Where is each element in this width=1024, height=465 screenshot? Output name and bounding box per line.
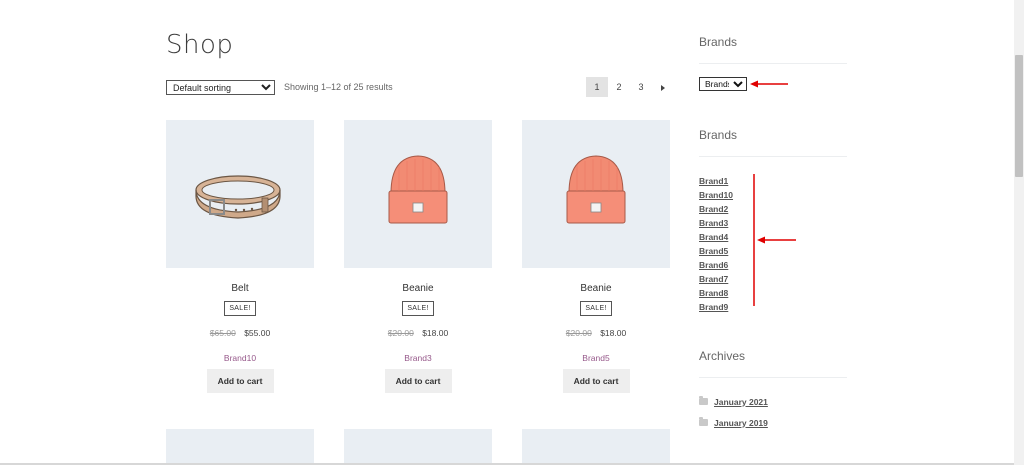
brand-list-link[interactable]: Brand3 [699,218,728,228]
widget-divider [699,156,847,157]
archives-widget-title: Archives [699,349,746,363]
widget-divider [699,377,847,378]
brand-list: Brand1 Brand10 Brand2 Brand3 Brand4 Bran… [699,173,733,313]
product-card: Belt SALE! $65.00 $55.00 Brand10 Add to … [166,120,314,393]
folder-icon [699,396,708,405]
list-item: January 2019 [699,412,768,433]
list-item: Brand9 [699,299,733,313]
product-thumbnail-partial[interactable] [344,429,492,465]
brand-list-link[interactable]: Brand5 [699,246,728,256]
list-item: Brand7 [699,271,733,285]
product-name[interactable]: Beanie [522,283,670,294]
result-count: Showing 1–12 of 25 results [284,82,393,92]
sort-select[interactable]: Default sorting [166,80,275,95]
list-item: Brand1 [699,173,733,187]
product-card: Beanie SALE! $20.00 $18.00 Brand5 Add to… [522,120,670,393]
brand-link[interactable]: Brand10 [166,353,314,363]
sale-price: $18.00 [422,328,449,338]
brands-select[interactable]: Brands [699,77,747,91]
sale-badge: SALE! [580,301,612,316]
list-item: January 2021 [699,391,768,412]
brand-list-link[interactable]: Brand4 [699,232,728,242]
product-card: Beanie SALE! $20.00 $18.00 Brand3 Add to… [344,120,492,393]
product-name[interactable]: Beanie [344,283,492,294]
brand-link[interactable]: Brand3 [344,353,492,363]
add-to-cart-button[interactable]: Add to cart [562,369,630,393]
product-thumbnail-partial[interactable] [166,429,314,465]
list-item: Brand2 [699,201,733,215]
brands-list-widget-title: Brands [699,128,738,142]
brand-list-link[interactable]: Brand6 [699,260,728,270]
page-title: Shop [166,30,234,60]
old-price: $20.00 [387,328,414,338]
old-price: $20.00 [565,328,592,338]
archive-link[interactable]: January 2021 [714,395,768,409]
vertical-scrollbar[interactable] [1014,0,1024,465]
beanie-image [566,155,626,224]
product-price: $20.00 $18.00 [522,328,670,338]
brands-dropdown-widget-title: Brands [699,35,738,49]
product-price: $20.00 $18.00 [344,328,492,338]
product-thumbnail[interactable] [166,120,314,268]
brand-link[interactable]: Brand5 [522,353,670,363]
list-item: Brand10 [699,187,733,201]
widget-divider [699,63,847,64]
caret-right-icon [661,84,665,91]
sale-price: $55.00 [244,328,271,338]
product-thumbnail-partial[interactable] [522,429,670,465]
beanie-image [388,155,448,224]
folder-icon [699,417,708,426]
list-item: Brand6 [699,257,733,271]
product-thumbnail[interactable] [344,120,492,268]
brand-list-link[interactable]: Brand9 [699,302,728,312]
brand-list-link[interactable]: Brand7 [699,274,728,284]
sale-badge: SALE! [402,301,434,316]
pagination: 1 2 3 [586,77,674,97]
brand-list-link[interactable]: Brand2 [699,204,728,214]
page-2-button[interactable]: 2 [608,77,630,97]
list-item: Brand3 [699,215,733,229]
brand-list-link[interactable]: Brand10 [699,190,733,200]
archives-list: January 2021 January 2019 [699,391,768,433]
list-item: Brand4 [699,229,733,243]
page-1-button[interactable]: 1 [586,77,608,97]
next-page-button[interactable] [652,77,674,97]
add-to-cart-button[interactable]: Add to cart [206,369,274,393]
brand-list-link[interactable]: Brand1 [699,176,728,186]
product-thumbnail[interactable] [522,120,670,268]
annotation-bracket-icon [753,174,796,306]
belt-image [195,175,281,219]
sale-badge: SALE! [224,301,256,316]
list-item: Brand8 [699,285,733,299]
archive-link[interactable]: January 2019 [714,416,768,430]
annotation-arrow-icon [750,80,788,88]
brand-list-link[interactable]: Brand8 [699,288,728,298]
scrollbar-thumb[interactable] [1015,55,1023,177]
add-to-cart-button[interactable]: Add to cart [384,369,452,393]
old-price: $65.00 [209,328,236,338]
page-3-button[interactable]: 3 [630,77,652,97]
product-name[interactable]: Belt [166,283,314,294]
sale-price: $18.00 [600,328,627,338]
list-item: Brand5 [699,243,733,257]
product-price: $65.00 $55.00 [166,328,314,338]
